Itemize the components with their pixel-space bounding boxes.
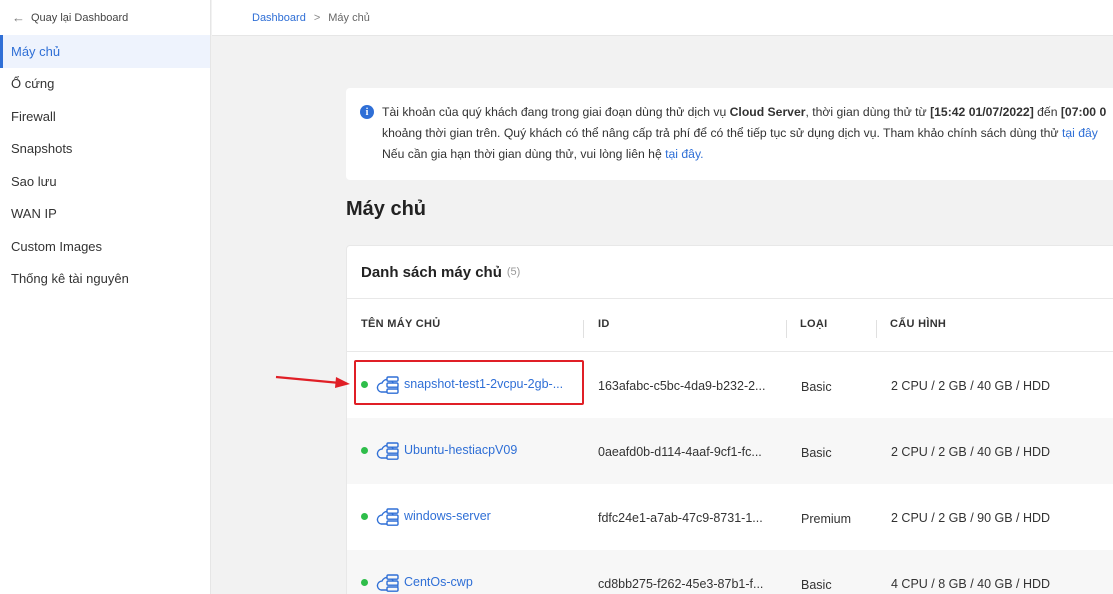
notice-text: , thời gian dùng thử từ — [805, 105, 931, 119]
notice-text: khoảng thời gian trên. Quý khách có thể … — [382, 126, 1062, 140]
sidebar-item-firewall[interactable]: Firewall — [0, 100, 210, 133]
sidebar-item-wan-ip[interactable]: WAN IP — [0, 198, 210, 231]
back-to-dashboard-link[interactable]: ← Quay lại Dashboard — [0, 0, 210, 35]
annotation-arrow-icon — [275, 375, 350, 388]
sidebar-item-servers[interactable]: Máy chủ — [0, 35, 210, 68]
page-title: Máy chủ — [346, 198, 427, 220]
back-link-label: Quay lại Dashboard — [31, 11, 129, 24]
sidebar-item-backup[interactable]: Sao lưu — [0, 165, 210, 198]
breadcrumb-current: Máy chủ — [328, 11, 370, 24]
server-type: Premium — [801, 512, 852, 526]
notice-line-1: Tài khoản của quý khách đang trong giai … — [382, 102, 1113, 123]
column-divider — [876, 320, 877, 338]
sidebar-item-snapshots[interactable]: Snapshots — [0, 133, 210, 166]
server-list-card: Danh sách máy chủ (5) TÊN MÁY CHỦ ID LOẠ… — [346, 245, 1113, 594]
table-row[interactable]: Ubuntu-hestiacpV09 0aeafd0b-d114-4aaf-9c… — [347, 418, 1113, 484]
cloud-server-icon — [376, 442, 399, 460]
arrow-left-icon: ← — [12, 10, 25, 25]
card-header: Danh sách máy chủ (5) — [347, 246, 1113, 299]
annotation-highlight-box — [354, 360, 584, 405]
sidebar: ← Quay lại Dashboard Máy chủ Ổ cứng Fire… — [0, 0, 211, 594]
server-config: 2 CPU / 2 GB / 90 GB / HDD — [891, 511, 1051, 525]
sidebar-item-label: WAN IP — [11, 206, 57, 222]
trial-policy-link[interactable]: tại đây — [1062, 126, 1098, 140]
notice-text: Tài khoản của quý khách đang trong giai … — [382, 105, 730, 119]
sidebar-item-label: Snapshots — [11, 141, 73, 157]
status-online-icon — [361, 447, 368, 454]
column-header-config[interactable]: CẤU HÌNH — [890, 318, 946, 330]
card-title: Danh sách máy chủ — [361, 263, 502, 281]
cloud-server-icon — [376, 574, 399, 592]
sidebar-item-label: Thống kê tài nguyên — [11, 271, 129, 287]
server-count-badge: (5) — [506, 266, 521, 278]
server-id: fdfc24e1-a7ab-47c9-8731-1... — [598, 511, 763, 525]
notice-end-time: [07:00 0 — [1060, 105, 1107, 119]
status-online-icon — [361, 579, 368, 586]
table-header: TÊN MÁY CHỦ ID LOẠI CẤU HÌNH — [347, 299, 1113, 352]
notice-text: đến — [1033, 105, 1061, 119]
column-divider — [786, 320, 787, 338]
notice-start-time: [15:42 01/07/2022] — [930, 105, 1034, 119]
table-row[interactable]: windows-server fdfc24e1-a7ab-47c9-8731-1… — [347, 484, 1113, 550]
notice-line-2: khoảng thời gian trên. Quý khách có thể … — [382, 123, 1113, 144]
breadcrumb: Dashboard > Máy chủ — [212, 0, 1113, 36]
server-type: Basic — [801, 578, 832, 592]
breadcrumb-separator: > — [313, 11, 321, 24]
server-id: 163afabc-c5bc-4da9-b232-2... — [598, 379, 766, 393]
sidebar-item-resource-stats[interactable]: Thống kê tài nguyên — [0, 263, 210, 296]
table-row[interactable]: CentOs-cwp cd8bb275-f262-45e3-87b1-f... … — [347, 550, 1113, 594]
server-config: 2 CPU / 2 GB / 40 GB / HDD — [891, 445, 1051, 459]
server-name-link[interactable]: CentOs-cwp — [404, 575, 473, 589]
server-id: 0aeafd0b-d114-4aaf-9cf1-fc... — [598, 445, 762, 459]
notice-line-3: Nếu cần gia hạn thời gian dùng thử, vui … — [382, 144, 1113, 165]
trial-notice: i Tài khoản của quý khách đang trong gia… — [346, 88, 1113, 180]
column-header-name[interactable]: TÊN MÁY CHỦ — [361, 318, 441, 330]
column-divider — [583, 320, 584, 338]
sidebar-item-disks[interactable]: Ổ cứng — [0, 68, 210, 101]
contact-link[interactable]: tại đây. — [665, 147, 703, 161]
sidebar-item-custom-images[interactable]: Custom Images — [0, 230, 210, 263]
sidebar-item-label: Máy chủ — [11, 43, 61, 59]
breadcrumb-dashboard-link[interactable]: Dashboard — [252, 12, 306, 24]
sidebar-item-label: Ổ cứng — [11, 76, 55, 92]
server-id: cd8bb275-f262-45e3-87b1-f... — [598, 577, 764, 591]
info-icon: i — [360, 105, 374, 119]
status-online-icon — [361, 513, 368, 520]
column-header-type[interactable]: LOẠI — [800, 318, 827, 330]
sidebar-item-label: Sao lưu — [11, 173, 57, 189]
server-type: Basic — [801, 446, 832, 460]
server-name-link[interactable]: Ubuntu-hestiacpV09 — [404, 443, 517, 457]
notice-service-name: Cloud Server — [729, 105, 806, 119]
sidebar-item-label: Firewall — [11, 108, 56, 124]
cloud-server-icon — [376, 508, 399, 526]
column-header-id[interactable]: ID — [598, 318, 610, 330]
server-type: Basic — [801, 380, 832, 394]
notice-text: Nếu cần gia hạn thời gian dùng thử, vui … — [382, 147, 666, 161]
server-config: 4 CPU / 8 GB / 40 GB / HDD — [891, 577, 1051, 591]
sidebar-item-label: Custom Images — [11, 238, 103, 254]
sidebar-menu: Máy chủ Ổ cứng Firewall Snapshots Sao lư… — [0, 35, 210, 295]
server-config: 2 CPU / 2 GB / 40 GB / HDD — [891, 379, 1051, 393]
server-name-link[interactable]: windows-server — [404, 509, 491, 523]
